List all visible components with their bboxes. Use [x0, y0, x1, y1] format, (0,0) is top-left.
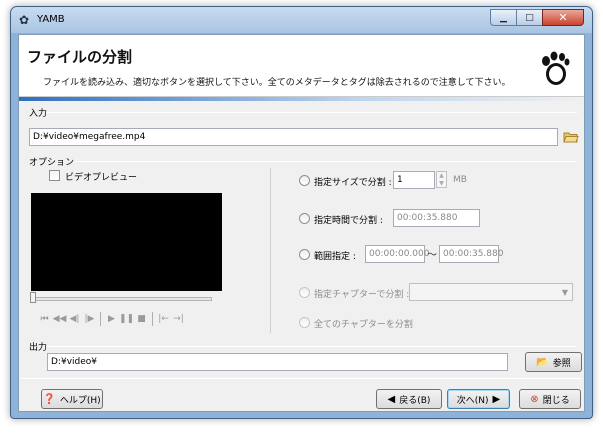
- split-time-label: 指定時間で分割 :: [314, 216, 383, 226]
- close-icon: ✕: [558, 11, 568, 24]
- control-divider: [100, 312, 101, 326]
- gnome-foot-app-icon: ✿: [19, 13, 30, 27]
- mark-out-icon[interactable]: →|: [171, 312, 186, 326]
- options-separator: [75, 161, 577, 162]
- close-window-button[interactable]: ✕: [542, 9, 584, 26]
- options-vertical-divider: [270, 168, 271, 333]
- range-radio[interactable]: [299, 249, 310, 260]
- arrow-left-icon: ◀: [387, 393, 396, 405]
- window-title: YAMB: [37, 14, 65, 25]
- footer-separator: [21, 378, 582, 379]
- minimize-icon: ▁: [500, 12, 507, 23]
- input-path-field[interactable]: D:¥video¥megafree.mp4: [29, 128, 558, 146]
- split-time-input[interactable]: 00:00:35.880: [393, 209, 480, 227]
- split-all-chapters-radio[interactable]: [299, 317, 310, 328]
- dialog-client-area: ファイルの分割 ファイルを読み込み、適切なボタンを選択して下さい。全てのメタデー…: [18, 34, 585, 412]
- browse-label: 参照: [552, 358, 571, 369]
- maximize-icon: □: [525, 12, 534, 23]
- dialog-header: ファイルの分割 ファイルを読み込み、適切なボタンを選択して下さい。全てのメタデー…: [19, 35, 584, 97]
- page-title: ファイルの分割: [27, 48, 133, 66]
- help-icon: ❓: [43, 393, 56, 405]
- minimize-button[interactable]: ▁: [490, 9, 516, 26]
- title-bar[interactable]: ✿ YAMB ▁ □ ✕: [11, 7, 592, 33]
- options-group-label: オプション: [29, 158, 75, 168]
- video-preview-area: [31, 193, 222, 291]
- split-size-radio[interactable]: [299, 175, 310, 186]
- range-separator: 〜: [427, 250, 437, 261]
- maximize-button[interactable]: □: [516, 9, 542, 26]
- browse-button[interactable]: 📂 参照: [525, 352, 582, 372]
- input-separator: [47, 112, 577, 113]
- help-label: ヘルプ(H): [59, 395, 101, 406]
- step-back-icon[interactable]: ◀|: [67, 312, 82, 326]
- play-icon[interactable]: ▶: [104, 312, 119, 326]
- skip-to-start-icon[interactable]: ⏮: [37, 312, 52, 326]
- split-size-unit: MB: [453, 175, 467, 185]
- step-forward-icon[interactable]: |▶: [82, 312, 97, 326]
- chevron-down-icon: ▼: [561, 288, 568, 297]
- next-label: 次へ(N): [456, 395, 489, 406]
- split-size-spinner[interactable]: ▲ ▼: [436, 171, 447, 188]
- video-preview-label: ビデオプレビュー: [65, 173, 138, 183]
- split-time-radio[interactable]: [299, 213, 310, 224]
- rewind-icon[interactable]: ◀◀: [52, 312, 67, 326]
- split-all-chapters-label: 全てのチャプターを分割: [314, 320, 413, 330]
- stop-icon[interactable]: ■: [134, 312, 149, 326]
- range-label: 範囲指定 :: [314, 252, 356, 262]
- input-group-label: 入力: [29, 109, 48, 119]
- control-divider: [152, 312, 153, 326]
- help-button[interactable]: ❓ ヘルプ(H): [41, 389, 103, 409]
- arrow-right-icon: ▶: [492, 393, 501, 405]
- chapter-select[interactable]: ▼: [409, 283, 573, 301]
- folder-icon: 📂: [536, 356, 549, 368]
- seek-slider-thumb[interactable]: [30, 292, 36, 303]
- range-end-input[interactable]: 00:00:35.880: [439, 245, 503, 263]
- split-size-input[interactable]: 1: [393, 171, 435, 189]
- open-folder-icon[interactable]: [563, 130, 579, 144]
- range-start-input[interactable]: 00:00:00.000: [365, 245, 429, 263]
- output-group-label: 出力: [29, 343, 48, 353]
- split-chapter-radio[interactable]: [299, 287, 310, 298]
- close-label: 閉じる: [542, 395, 570, 406]
- next-button[interactable]: 次へ(N) ▶: [447, 389, 510, 409]
- header-accent-strip: [19, 97, 584, 101]
- back-label: 戻る(B): [399, 395, 431, 406]
- output-path-field[interactable]: D:¥video¥: [47, 353, 508, 371]
- page-description: ファイルを読み込み、適切なボタンを選択して下さい。全てのメタデータとタグは除去さ…: [43, 78, 511, 88]
- split-size-label: 指定サイズで分割 :: [314, 178, 392, 188]
- app-window: ✿ YAMB ▁ □ ✕ ファイルの分割 ファイルを読み込み、適切なボタンを選択…: [10, 6, 593, 419]
- video-preview-checkbox[interactable]: [49, 170, 60, 181]
- close-button[interactable]: ⊗ 閉じる: [519, 389, 581, 409]
- mark-in-icon[interactable]: |←: [156, 312, 171, 326]
- pause-icon[interactable]: ❚❚: [119, 312, 134, 326]
- back-button[interactable]: ◀ 戻る(B): [376, 389, 442, 409]
- gnome-foot-icon: [542, 51, 570, 85]
- playback-controls: ⏮ ◀◀ ◀| |▶ ▶ ❚❚ ■ |← →|: [37, 311, 186, 327]
- split-chapter-label: 指定チャプターで分割 :: [314, 290, 410, 300]
- output-separator: [47, 346, 577, 347]
- seek-slider-track[interactable]: [31, 297, 212, 301]
- close-circle-icon: ⊗: [530, 393, 539, 405]
